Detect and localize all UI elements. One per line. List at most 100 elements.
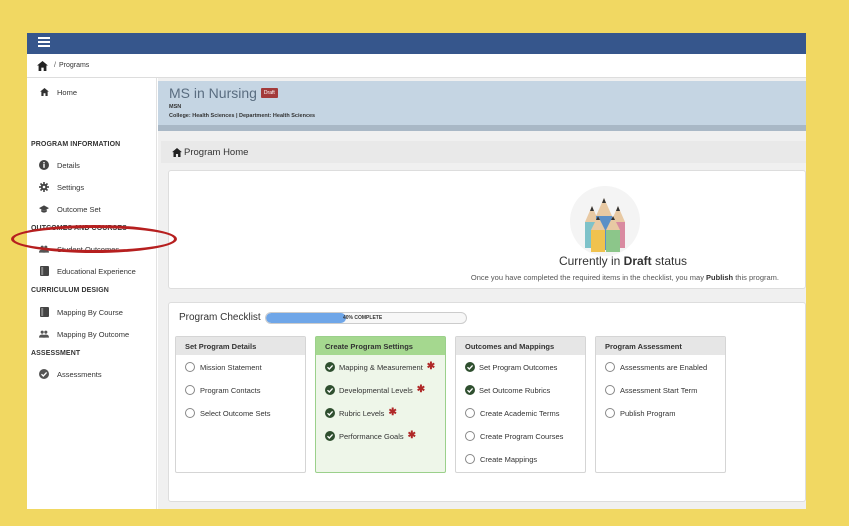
sidebar-item-settings[interactable]: Settings xyxy=(39,180,84,194)
task-label: Developmental Levels xyxy=(339,385,413,395)
task-label: Rubric Levels xyxy=(339,408,385,418)
sidebar-item-student-outcomes[interactable]: Student Outcomes xyxy=(39,242,119,256)
checklist-label: Program Checklist xyxy=(179,312,261,323)
task-label: Select Outcome Sets xyxy=(200,408,271,418)
radio-icon xyxy=(185,362,195,372)
breadcrumb-separator: / xyxy=(54,62,56,69)
breadcrumb: / Programs xyxy=(27,54,806,78)
app-window: / Programs Home PROGRAM INFORMATION Deta… xyxy=(27,33,806,509)
check-circle-icon xyxy=(39,369,49,379)
home-icon[interactable] xyxy=(37,60,48,71)
checklist-column-outcomes-and-mappings: Outcomes and Mappings Set Program Outcom… xyxy=(455,336,586,473)
checklist-column-set-program-details: Set Program Details Mission Statement Pr… xyxy=(175,336,306,473)
sidebar-item-home[interactable]: Home xyxy=(39,85,77,99)
radio-icon xyxy=(465,431,475,441)
task-set-outcome-rubrics[interactable]: Set Outcome Rubrics xyxy=(465,384,550,396)
section-header: Program Home xyxy=(161,141,806,163)
graduation-cap-icon xyxy=(39,204,49,214)
sidebar-item-label: Outcome Set xyxy=(57,204,101,214)
task-mapping-measurement[interactable]: Mapping & Measurement ✱ xyxy=(325,361,435,373)
sidebar-heading-program-information: PROGRAM INFORMATION xyxy=(31,141,121,148)
status-badge: Draft xyxy=(260,88,278,98)
sidebar-item-mapping-by-course[interactable]: Mapping By Course xyxy=(39,305,123,319)
sidebar-item-details[interactable]: Details xyxy=(39,158,80,172)
task-label: Create Program Courses xyxy=(480,431,564,441)
column-title: Outcomes and Mappings xyxy=(456,337,585,355)
sidebar-heading-assessment: ASSESSMENT xyxy=(31,350,81,357)
status-card: Currently in Draft status Once you have … xyxy=(168,170,806,289)
task-create-academic-terms[interactable]: Create Academic Terms xyxy=(465,407,559,419)
check-circle-icon xyxy=(325,408,335,418)
sidebar-item-mapping-by-outcome[interactable]: Mapping By Outcome xyxy=(39,327,129,341)
task-label: Create Mappings xyxy=(480,454,538,464)
sidebar-item-label: Educational Experience xyxy=(57,266,136,276)
column-title: Program Assessment xyxy=(596,337,725,355)
task-rubric-levels[interactable]: Rubric Levels ✱ xyxy=(325,407,397,419)
column-title: Set Program Details xyxy=(176,337,305,355)
program-college: College: Health Sciences | Department: H… xyxy=(169,113,316,119)
sidebar-item-outcome-set[interactable]: Outcome Set xyxy=(39,202,101,216)
task-developmental-levels[interactable]: Developmental Levels ✱ xyxy=(325,384,425,396)
status-state: Draft xyxy=(623,254,652,268)
checklist-column-create-program-settings: Create Program Settings Mapping & Measur… xyxy=(315,336,446,473)
required-asterisk-icon: ✱ xyxy=(426,361,436,372)
task-label: Set Program Outcomes xyxy=(479,362,558,372)
task-assessments-enabled[interactable]: Assessments are Enabled xyxy=(605,361,707,373)
task-create-program-courses[interactable]: Create Program Courses xyxy=(465,430,563,442)
home-icon xyxy=(172,147,182,157)
task-label: Mission Statement xyxy=(200,362,262,372)
status-note: Once you have completed the required ite… xyxy=(471,273,779,282)
sidebar-heading-curriculum-design: CURRICULUM DESIGN xyxy=(31,287,109,294)
sidebar-item-educational-experience[interactable]: Educational Experience xyxy=(39,264,136,278)
status-prefix: Currently in xyxy=(558,254,624,268)
task-mission-statement[interactable]: Mission Statement xyxy=(185,361,262,373)
sidebar-item-label: Student Outcomes xyxy=(57,244,120,254)
radio-icon xyxy=(605,362,615,372)
section-title: Program Home xyxy=(184,146,249,158)
radio-icon xyxy=(605,385,615,395)
menu-icon[interactable] xyxy=(38,36,50,48)
status-suffix: status xyxy=(651,254,688,268)
sidebar-item-assessments[interactable]: Assessments xyxy=(39,367,102,381)
task-label: Program Contacts xyxy=(200,385,261,395)
breadcrumb-current[interactable]: Programs xyxy=(59,62,89,69)
task-performance-goals[interactable]: Performance Goals ✱ xyxy=(325,430,416,442)
check-circle-icon xyxy=(325,362,335,372)
radio-icon xyxy=(185,408,195,418)
task-program-contacts[interactable]: Program Contacts xyxy=(185,384,260,396)
pencils-illustration xyxy=(570,186,640,256)
status-note-text: Once you have completed the required ite… xyxy=(470,273,707,282)
task-publish-program[interactable]: Publish Program xyxy=(605,407,675,419)
sidebar-item-label: Settings xyxy=(57,182,85,192)
check-circle-icon xyxy=(465,385,475,395)
required-asterisk-icon: ✱ xyxy=(388,407,397,418)
sidebar: Home PROGRAM INFORMATION Details Setting… xyxy=(27,78,157,509)
page-title: MS in Nursing Draft xyxy=(169,85,278,101)
checklist-progress-bar: 40% COMPLETE xyxy=(265,312,467,324)
required-asterisk-icon: ✱ xyxy=(416,384,426,395)
people-icon xyxy=(39,244,49,254)
task-select-outcome-sets[interactable]: Select Outcome Sets xyxy=(185,407,270,419)
task-assessment-start-term[interactable]: Assessment Start Term xyxy=(605,384,697,396)
status-note-end: this program. xyxy=(733,273,779,282)
task-label: Performance Goals xyxy=(339,431,404,441)
column-title: Create Program Settings xyxy=(316,337,445,355)
progress-text: 40% COMPLETE xyxy=(343,315,383,321)
sidebar-item-label: Home xyxy=(57,87,78,97)
check-circle-icon xyxy=(325,431,335,441)
radio-icon xyxy=(465,454,475,464)
check-circle-icon xyxy=(325,385,335,395)
radio-icon xyxy=(185,385,195,395)
task-create-mappings[interactable]: Create Mappings xyxy=(465,453,537,465)
program-header: MS in Nursing Draft MSN College: Health … xyxy=(158,81,806,131)
gear-icon xyxy=(39,182,49,192)
main-content: MS in Nursing Draft MSN College: Health … xyxy=(158,78,806,509)
info-icon xyxy=(39,160,49,170)
sidebar-heading-outcomes-and-courses: OUTCOMES AND COURSES xyxy=(31,225,127,232)
checklist-column-program-assessment: Program Assessment Assessments are Enabl… xyxy=(595,336,726,473)
check-circle-icon xyxy=(465,362,475,372)
task-set-program-outcomes[interactable]: Set Program Outcomes xyxy=(465,361,557,373)
sidebar-item-label: Details xyxy=(57,160,80,170)
radio-icon xyxy=(465,408,475,418)
home-icon xyxy=(39,87,49,97)
